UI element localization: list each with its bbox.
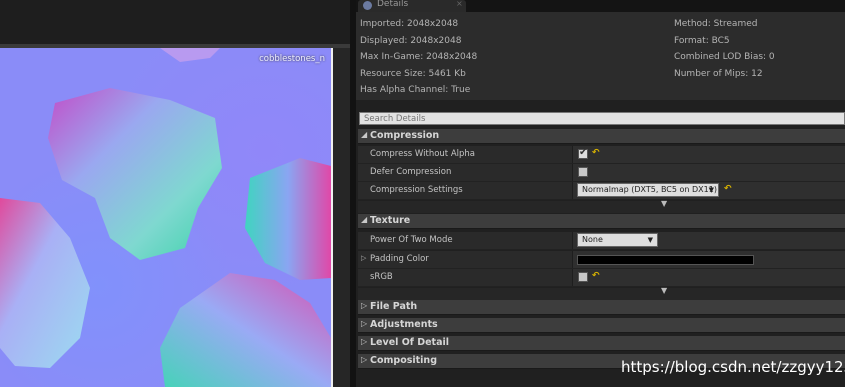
category-texture[interactable]: ◢ Texture <box>358 214 845 229</box>
prop-label: Power Of Two Mode <box>370 235 453 245</box>
prop-compression-settings: Compression Settings Normalmap (DXT5, BC… <box>358 182 845 200</box>
category-level-of-detail-label: Level Of Detail <box>370 337 450 348</box>
rock-right <box>245 158 331 280</box>
power-of-two-dropdown[interactable]: None ▼ <box>577 233 658 247</box>
prop-defer-compression: Defer Compression <box>358 164 845 182</box>
expand-arrow-icon[interactable]: ▷ <box>361 254 366 262</box>
collapsed-arrow-icon: ▷ <box>361 337 368 346</box>
compress-without-alpha-checkbox[interactable]: ✔ <box>578 147 588 159</box>
rock-top <box>160 48 220 62</box>
category-file-path-label: File Path <box>370 301 418 312</box>
prop-value: ✔ ↶ <box>572 146 845 163</box>
expanded-arrow-icon: ◢ <box>361 215 368 224</box>
rock-center <box>48 88 222 260</box>
compression-advanced-toggle[interactable]: ▼ <box>358 199 845 213</box>
reset-to-default-icon[interactable]: ↶ <box>592 148 600 158</box>
info-max-in-game: Max In-Game: 2048x2048 <box>360 52 478 62</box>
viewport-toolbar <box>0 0 350 44</box>
prop-power-of-two-mode: Power Of Two Mode None ▼ <box>358 232 845 250</box>
category-texture-label: Texture <box>370 215 411 226</box>
rock-left <box>0 198 90 368</box>
normal-map-image <box>0 48 331 387</box>
preview-border <box>331 48 333 387</box>
details-panel: Details × Imported: 2048x2048 Displayed:… <box>356 0 845 387</box>
expanded-arrow-icon: ◢ <box>361 130 368 139</box>
category-adjustments-label: Adjustments <box>370 319 438 330</box>
info-imported: Imported: 2048x2048 <box>360 19 459 29</box>
prop-padding-color: ▷ Padding Color <box>358 251 845 269</box>
compression-settings-dropdown[interactable]: Normalmap (DXT5, BC5 on DX11) ▼ <box>577 183 719 197</box>
info-format: Format: BC5 <box>674 36 730 46</box>
info-method: Method: Streamed <box>674 19 758 29</box>
prop-value: None ▼ <box>572 232 845 249</box>
tab-bar: Details × <box>356 0 845 12</box>
info-mips: Number of Mips: 12 <box>674 69 763 79</box>
texture-name-label: cobblestones_n <box>259 54 325 64</box>
dropdown-value: None <box>582 235 603 244</box>
chevron-down-icon: ▼ <box>647 236 653 244</box>
prop-srgb: sRGB ↶ <box>358 269 845 287</box>
category-compression[interactable]: ◢ Compression <box>358 129 845 144</box>
collapsed-arrow-icon: ▷ <box>361 301 368 310</box>
prop-label: Defer Compression <box>370 167 452 177</box>
reset-to-default-icon[interactable]: ↶ <box>724 184 732 194</box>
category-adjustments[interactable]: ▷ Adjustments <box>358 318 845 333</box>
chevron-down-icon: ▼ <box>708 186 714 194</box>
prop-value: ↶ <box>572 269 845 286</box>
info-displayed: Displayed: 2048x2048 <box>360 36 462 46</box>
reset-to-default-icon[interactable]: ↶ <box>592 271 600 281</box>
prop-label: sRGB <box>370 272 393 282</box>
defer-compression-checkbox[interactable] <box>578 167 588 177</box>
texture-advanced-toggle[interactable]: ▼ <box>358 286 845 300</box>
category-compression-label: Compression <box>370 130 440 141</box>
prop-compress-without-alpha: Compress Without Alpha ✔ ↶ <box>358 146 845 164</box>
texture-viewport[interactable]: cobblestones_n <box>0 0 350 387</box>
prop-label: Compression Settings <box>370 185 463 195</box>
watermark: https://blog.csdn.net/zzgyy123 <box>621 358 845 376</box>
collapsed-arrow-icon: ▷ <box>361 355 368 364</box>
prop-label: Compress Without Alpha <box>370 149 475 159</box>
prop-value: Normalmap (DXT5, BC5 on DX11) ▼ ↶ <box>572 182 845 199</box>
srgb-checkbox[interactable] <box>578 272 588 282</box>
search-details-input[interactable] <box>359 112 845 125</box>
rock-bottom <box>160 273 331 387</box>
prop-value <box>572 164 845 181</box>
info-resource-size: Resource Size: 5461 Kb <box>360 69 466 79</box>
details-icon <box>363 1 372 10</box>
check-icon: ✔ <box>579 147 588 158</box>
padding-color-swatch[interactable] <box>577 255 754 265</box>
advanced-expand-icon: ▼ <box>661 199 668 208</box>
category-compositing-label: Compositing <box>370 355 437 366</box>
tab-details-label: Details <box>377 0 409 9</box>
close-icon[interactable]: × <box>456 0 463 8</box>
category-file-path[interactable]: ▷ File Path <box>358 300 845 315</box>
advanced-expand-icon: ▼ <box>661 286 668 295</box>
prop-value <box>572 251 845 268</box>
category-level-of-detail[interactable]: ▷ Level Of Detail <box>358 336 845 351</box>
dropdown-value: Normalmap (DXT5, BC5 on DX11) <box>582 185 717 194</box>
tab-details[interactable]: Details × <box>358 0 466 12</box>
collapsed-arrow-icon: ▷ <box>361 319 368 328</box>
info-has-alpha: Has Alpha Channel: True <box>360 85 471 95</box>
texture-preview[interactable]: cobblestones_n <box>0 48 331 387</box>
prop-label: Padding Color <box>370 254 429 264</box>
info-lod-bias: Combined LOD Bias: 0 <box>674 52 775 62</box>
texture-info: Imported: 2048x2048 Displayed: 2048x2048… <box>356 12 845 100</box>
